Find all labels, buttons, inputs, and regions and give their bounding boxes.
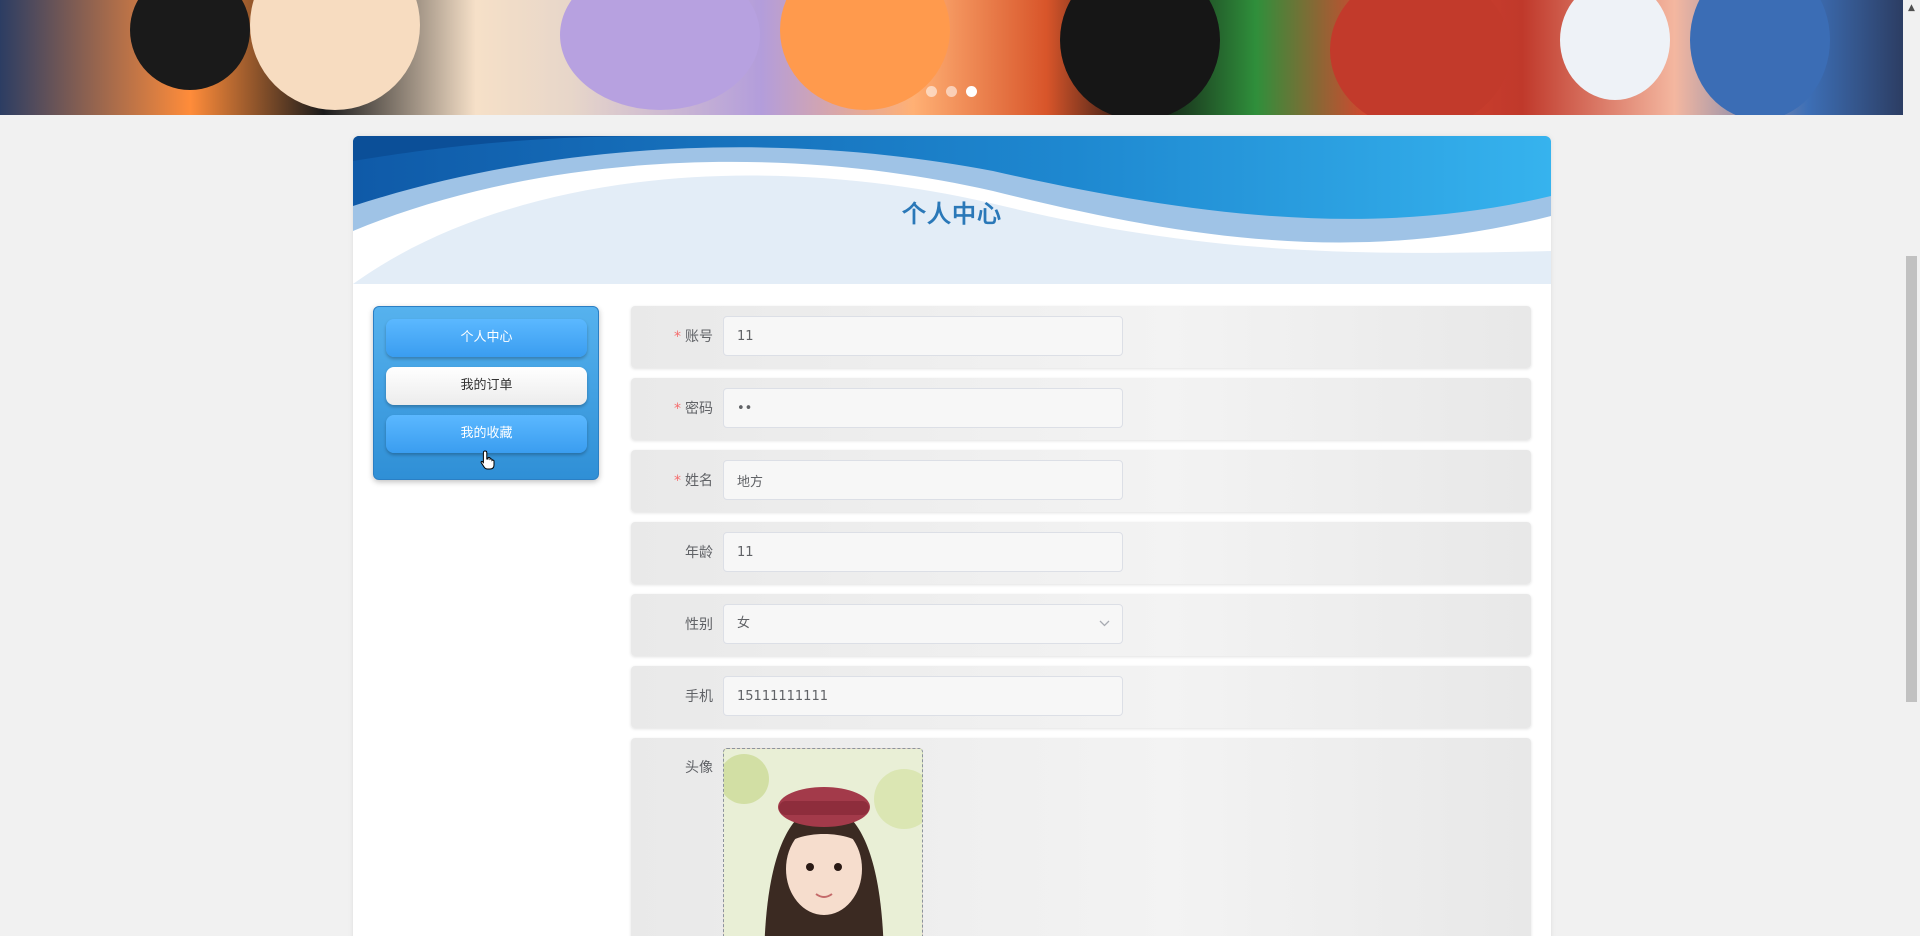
gender-select[interactable]: 女 <box>723 604 1123 644</box>
menu-item-profile[interactable]: 个人中心 <box>386 319 587 357</box>
avatar-image <box>724 749 922 936</box>
account-label: * 账号 <box>674 329 713 345</box>
name-label: * 姓名 <box>674 473 713 489</box>
page-scrollbar[interactable]: ▲ <box>1903 0 1920 936</box>
carousel-dot[interactable] <box>946 86 957 97</box>
scroll-up-arrow-icon[interactable]: ▲ <box>1903 0 1920 17</box>
avatar-uploader[interactable] <box>723 748 923 936</box>
carousel-indicators <box>926 86 977 97</box>
gender-selected-value: 女 <box>737 616 751 631</box>
form-row-phone: 手机 <box>631 666 1531 728</box>
account-input[interactable] <box>723 316 1123 356</box>
age-input[interactable] <box>723 532 1123 572</box>
password-input[interactable] <box>723 388 1123 428</box>
carousel-dot-active[interactable] <box>966 86 977 97</box>
profile-card: 个人中心 个人中心 我的订单 我的收藏 *账号 *密码 *姓名 年龄 性别 女 … <box>353 136 1551 936</box>
phone-input[interactable] <box>723 676 1123 716</box>
gender-label: 性别 <box>685 617 713 633</box>
menu-item-favorites[interactable]: 我的收藏 <box>386 415 587 453</box>
name-input[interactable] <box>723 460 1123 500</box>
menu-item-orders[interactable]: 我的订单 <box>386 367 587 405</box>
phone-label: 手机 <box>685 689 713 705</box>
form-row-password: * 密码 <box>631 378 1531 440</box>
form-row-avatar: 头像 <box>631 738 1531 936</box>
form-row-account: * 账号 <box>631 306 1531 368</box>
scroll-thumb[interactable] <box>1906 256 1917 702</box>
age-label: 年龄 <box>685 545 713 561</box>
chevron-down-icon <box>1099 605 1110 643</box>
form-row-name: * 姓名 <box>631 450 1531 512</box>
form-row-gender: 性别 女 <box>631 594 1531 656</box>
banner-carousel[interactable] <box>0 0 1903 115</box>
password-label: * 密码 <box>674 401 713 417</box>
page-title: 个人中心 <box>902 200 1002 228</box>
form-row-age: 年龄 <box>631 522 1531 584</box>
avatar-label: 头像 <box>685 760 713 776</box>
hand-pointer-icon <box>480 450 495 470</box>
carousel-dot[interactable] <box>926 86 937 97</box>
